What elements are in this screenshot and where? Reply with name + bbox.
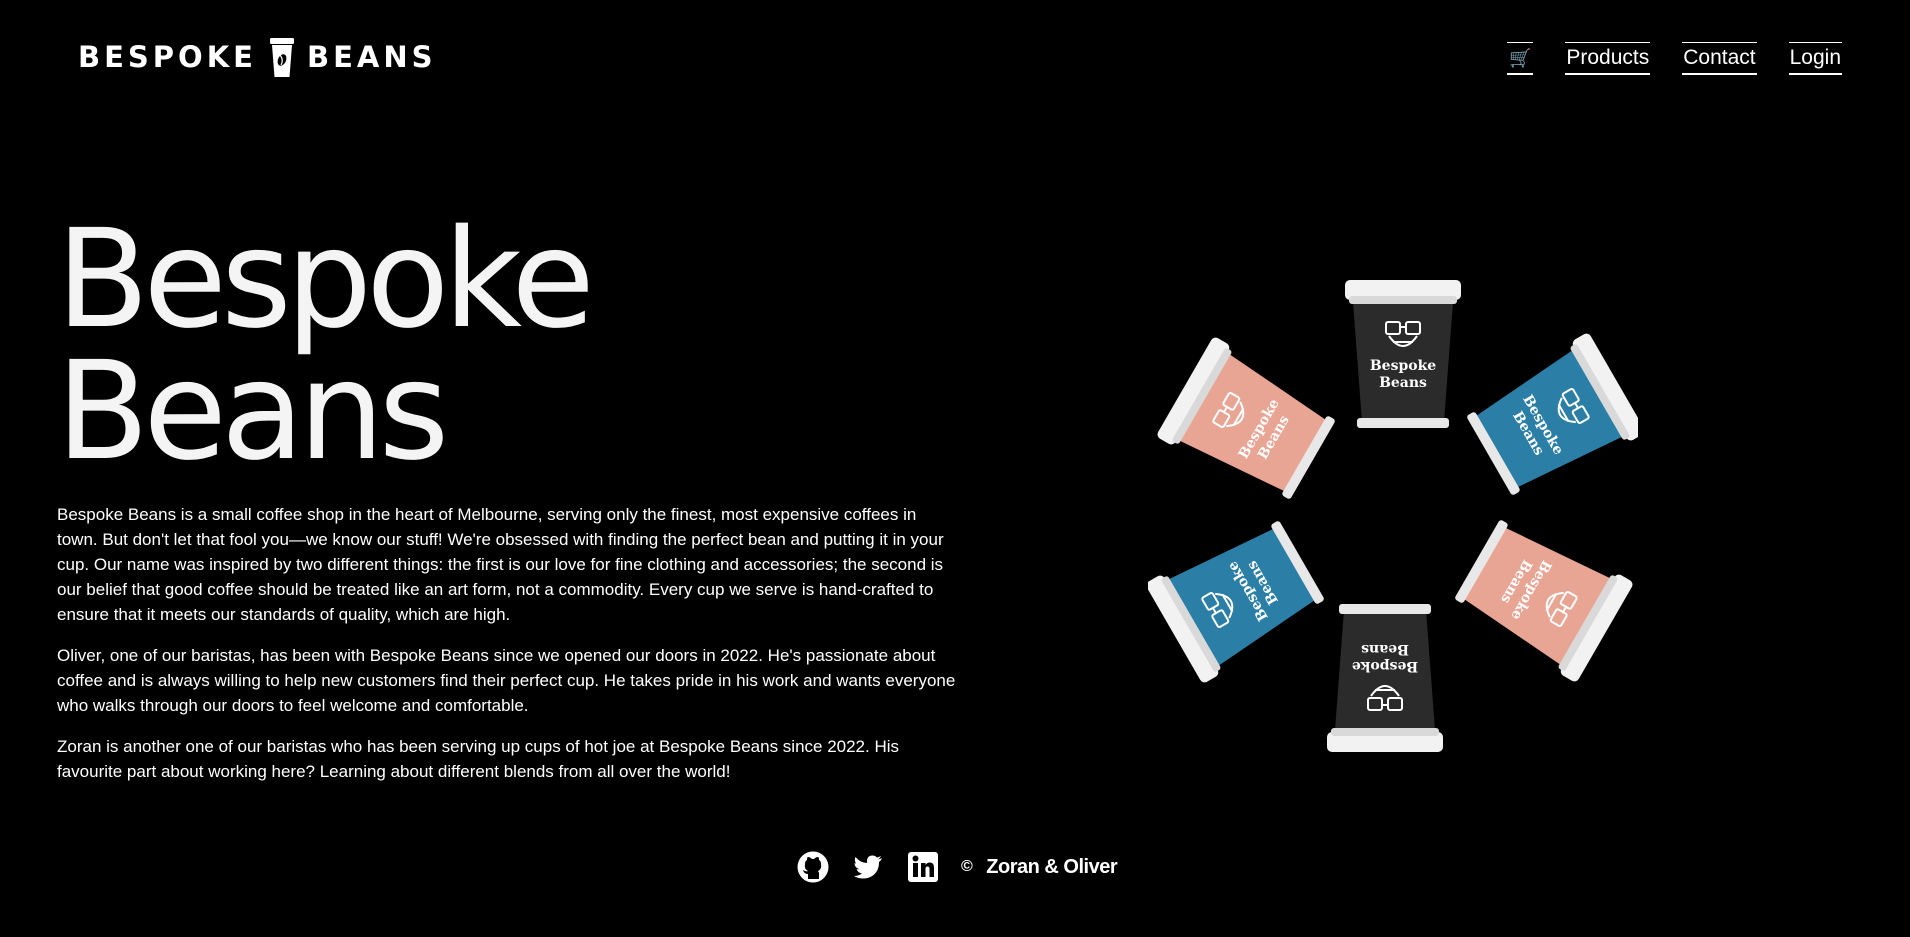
main-nav: 🛒 Products Contact Login — [1507, 42, 1842, 75]
svg-text:Bespoke: Bespoke — [1370, 358, 1436, 374]
svg-text:Bespoke: Bespoke — [1352, 658, 1418, 674]
nav-contact-link[interactable]: Contact — [1682, 42, 1757, 75]
hero-title-line2: Beans — [56, 333, 449, 491]
cup-dark-top: Bespoke Beans — [1345, 280, 1461, 428]
copyright-symbol: © — [961, 858, 973, 875]
about-paragraph-1: Bespoke Beans is a small coffee shop in … — [57, 505, 944, 624]
about-paragraph-3: Zoran is another one of our baristas who… — [57, 737, 900, 781]
cup-pink-left: Bespoke Beans — [1157, 337, 1335, 499]
copyright: © Zoran & Oliver — [961, 855, 1118, 879]
linkedin-icon[interactable] — [906, 850, 940, 884]
hero-title: Bespoke Beans — [56, 212, 595, 480]
nav-login-link[interactable]: Login — [1788, 42, 1842, 75]
cup-blue-left: Bespoke Beans — [1148, 521, 1324, 683]
about-paragraph-2: Oliver, one of our baristas, has been wi… — [57, 646, 956, 715]
about-section: Bespoke Beans is a small coffee shop in … — [57, 502, 957, 800]
github-icon[interactable] — [796, 850, 830, 884]
cup-dark-bottom: Bespoke Beans — [1327, 604, 1443, 752]
cup-pink-right: Bespoke Beans — [1455, 520, 1633, 682]
cup-blue-right: Bespoke Beans — [1467, 333, 1638, 495]
svg-text:Beans: Beans — [1361, 641, 1409, 657]
logo-text-left: BESPOKE — [78, 40, 257, 74]
twitter-icon[interactable] — [851, 850, 885, 884]
cart-icon[interactable]: 🛒 — [1507, 42, 1534, 75]
logo-text-right: BEANS — [307, 40, 437, 74]
copyright-text: Zoran & Oliver — [986, 855, 1118, 878]
coffee-cups-image: Bespoke Beans Bespoke Beans Bespoke Bean… — [1148, 280, 1638, 752]
svg-text:Beans: Beans — [1379, 375, 1427, 391]
site-logo[interactable]: BESPOKE BEANS — [78, 34, 437, 80]
coffee-cup-logo-icon — [270, 38, 294, 77]
site-footer: © Zoran & Oliver — [796, 850, 1118, 884]
nav-products-link[interactable]: Products — [1565, 42, 1651, 75]
